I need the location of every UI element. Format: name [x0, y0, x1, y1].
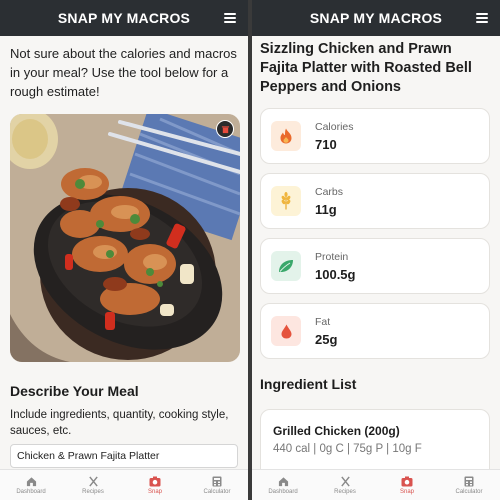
- meal-description-input[interactable]: [10, 444, 238, 468]
- nav-calculator-label: Calculator: [203, 489, 231, 495]
- nav-calculator[interactable]: Calculator: [186, 470, 248, 500]
- wheat-icon: [271, 186, 301, 216]
- carbs-card: Carbs 11g: [260, 173, 490, 229]
- remove-photo-icon[interactable]: [216, 120, 234, 138]
- calculator-icon: [211, 475, 223, 487]
- intro-text: Not sure about the calories and macros i…: [10, 46, 237, 99]
- describe-section: Describe Your Meal Include ingredients, …: [10, 383, 240, 439]
- ingredient-name: Grilled Chicken (200g): [273, 424, 400, 438]
- describe-title: Describe Your Meal: [10, 383, 139, 399]
- describe-help-text: Include ingredients, quantity, cooking s…: [10, 409, 229, 437]
- nav-recipes-label: Recipes: [82, 489, 104, 495]
- home-icon: [277, 475, 289, 487]
- camera-icon: [401, 475, 413, 487]
- calories-card: Calories 710: [260, 108, 490, 164]
- protein-card: Protein 100.5g: [260, 238, 490, 294]
- hamburger-menu-icon[interactable]: [224, 13, 236, 23]
- ingredient-stats: 440 cal | 0g C | 75g P | 10g F: [273, 443, 422, 455]
- carbs-label: Carbs: [315, 185, 344, 198]
- protein-value: 100.5g: [315, 266, 356, 282]
- nav-recipes-label: Recipes: [334, 489, 356, 495]
- home-icon: [25, 475, 37, 487]
- nav-dashboard-label: Dashboard: [268, 489, 298, 495]
- nav-recipes[interactable]: Recipes: [62, 470, 124, 500]
- calculator-icon: [463, 475, 475, 487]
- hamburger-menu-icon[interactable]: [476, 13, 488, 23]
- bottom-nav: Dashboard Recipes Snap Calculator: [0, 469, 248, 500]
- ingredient-list-heading: Ingredient List: [260, 376, 357, 392]
- nav-dashboard[interactable]: Dashboard: [0, 470, 62, 500]
- calories-value: 710: [315, 136, 337, 152]
- snap-screen: SNAP MY MACROS Not sure about the calori…: [0, 0, 248, 500]
- nav-dashboard-label: Dashboard: [16, 489, 46, 495]
- nav-snap[interactable]: Snap: [124, 470, 186, 500]
- utensils-icon: [87, 475, 99, 487]
- drop-icon: [271, 316, 301, 346]
- nav-snap-label: Snap: [147, 489, 162, 495]
- nav-calculator[interactable]: Calculator: [438, 470, 500, 500]
- nav-snap-label: Snap: [399, 489, 414, 495]
- utensils-icon: [339, 475, 351, 487]
- fat-label: Fat: [315, 315, 331, 328]
- leaf-icon: [271, 251, 301, 281]
- nav-calculator-label: Calculator: [455, 489, 483, 495]
- flame-icon: [271, 121, 301, 151]
- app-bar: SNAP MY MACROS: [0, 0, 248, 36]
- camera-icon: [149, 475, 161, 487]
- nav-snap[interactable]: Snap: [376, 470, 438, 500]
- app-title: SNAP MY MACROS: [309, 10, 443, 26]
- meal-photo-image: [10, 114, 240, 362]
- nav-dashboard[interactable]: Dashboard: [252, 470, 314, 500]
- fat-card: Fat 25g: [260, 303, 490, 359]
- fat-value: 25g: [315, 331, 338, 347]
- bottom-nav: Dashboard Recipes Snap Calculator: [252, 469, 500, 500]
- protein-label: Protein: [315, 250, 349, 263]
- dish-title: Sizzling Chicken and Prawn Fajita Platte…: [260, 41, 472, 95]
- app-title: SNAP MY MACROS: [57, 10, 191, 26]
- carbs-value: 11g: [315, 201, 337, 217]
- macro-cards: Calories 710 Carbs 11g Protein 100.5g Fa…: [260, 108, 490, 368]
- app-bar: SNAP MY MACROS: [252, 0, 500, 36]
- results-screen: SNAP MY MACROS Sizzling Chicken and Praw…: [252, 0, 500, 500]
- nav-recipes[interactable]: Recipes: [314, 470, 376, 500]
- calories-label: Calories: [315, 120, 354, 133]
- meal-photo[interactable]: [10, 114, 240, 362]
